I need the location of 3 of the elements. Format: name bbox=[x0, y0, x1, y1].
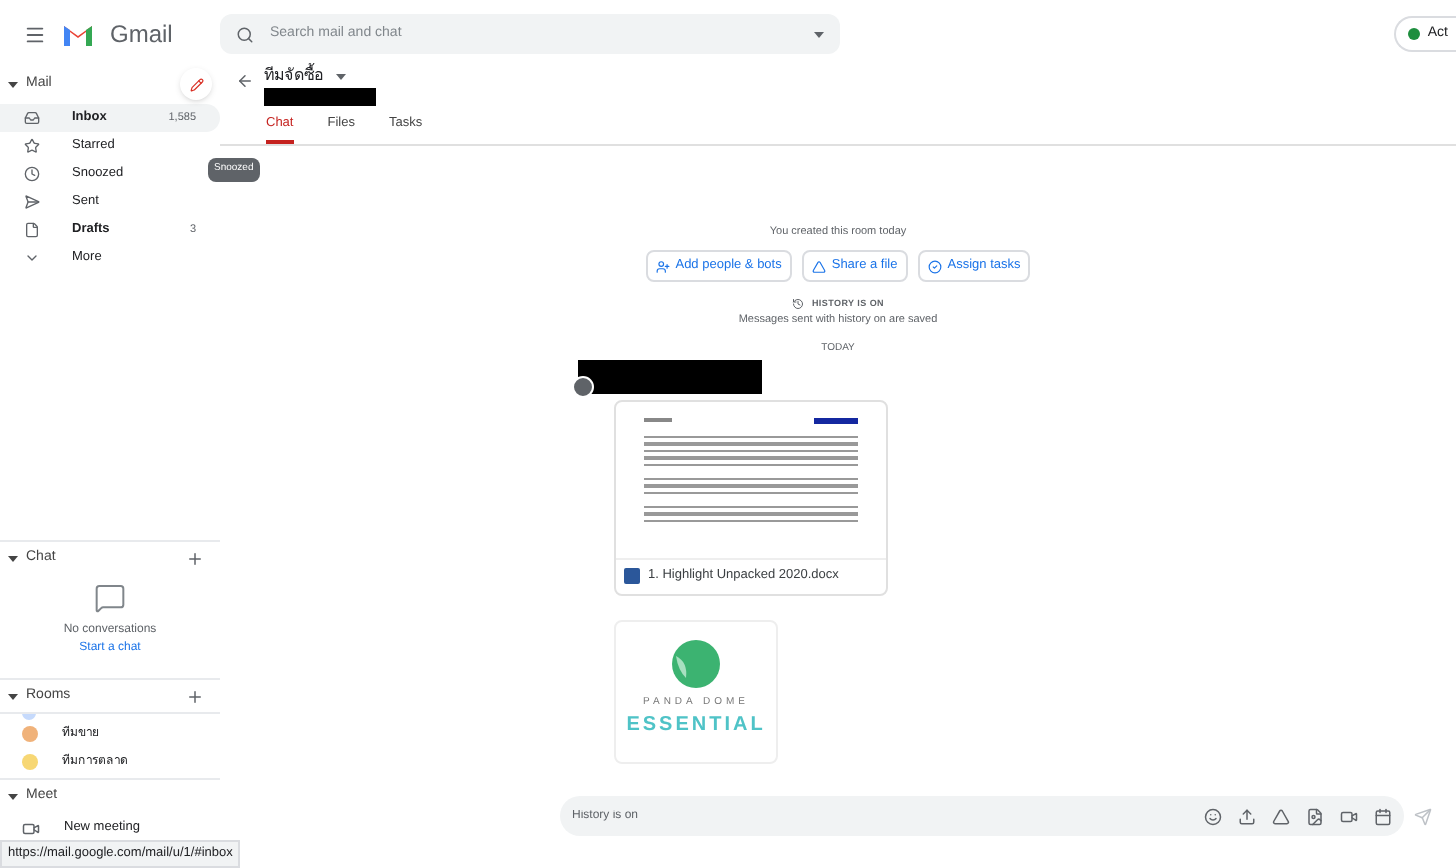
image-caption: ESSENTIAL bbox=[626, 712, 766, 740]
room-name: ทีมจัดซื้อ bbox=[264, 64, 324, 88]
app-name: Gmail bbox=[110, 18, 173, 52]
